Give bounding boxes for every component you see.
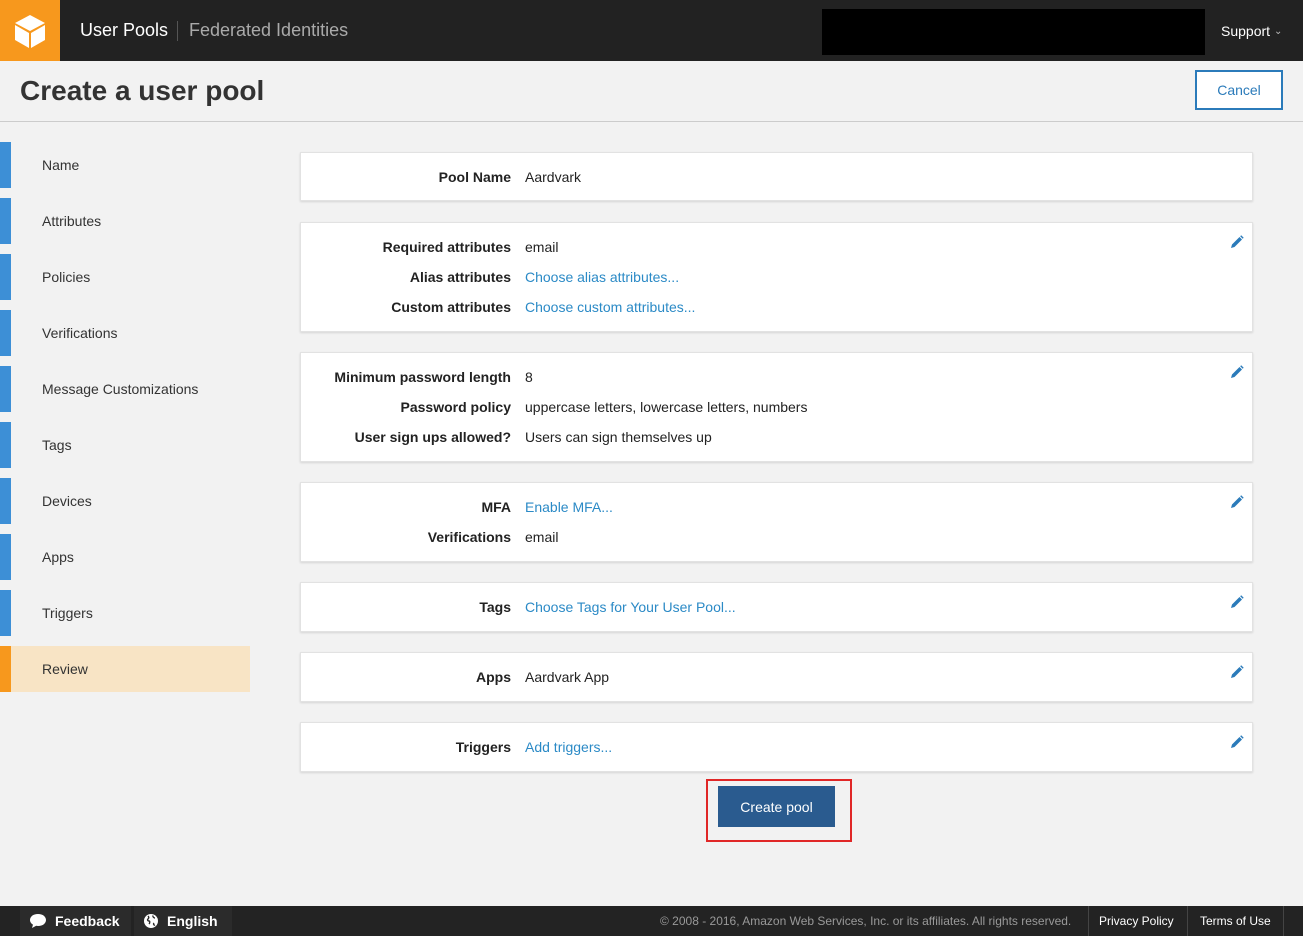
review-card-verifications: MFA Enable MFA... Verifications email [300, 482, 1253, 562]
nav-divider [177, 21, 178, 41]
verifications-label: Verifications [427, 529, 511, 545]
sidebar-item-label: Review [42, 661, 88, 677]
cancel-button[interactable]: Cancel [1195, 70, 1283, 110]
top-navigation-bar: User Pools Federated Identities Support … [0, 0, 1303, 61]
review-row-user-sign-ups: User sign ups allowed? Users can sign th… [301, 429, 1254, 449]
review-row-verifications: Verifications email [301, 529, 1254, 549]
sidebar-item-label: Name [42, 157, 80, 173]
redacted-account-area [822, 9, 1205, 55]
create-pool-button[interactable]: Create pool [718, 786, 835, 827]
choose-alias-attributes-link[interactable]: Choose alias attributes... [525, 269, 679, 285]
sidebar-item-label: Message Customizations [42, 381, 199, 397]
feedback-label: Feedback [55, 913, 120, 929]
enable-mfa-link[interactable]: Enable MFA... [525, 499, 613, 515]
verifications-value: email [525, 529, 559, 545]
sidebar-item-review[interactable]: Review [0, 646, 250, 692]
review-card-apps: Apps Aardvark App [300, 652, 1253, 702]
nav-user-pools[interactable]: User Pools [80, 20, 168, 41]
review-row-alias-attributes: Alias attributes Choose alias attributes… [301, 269, 1254, 289]
sidebar-item-label: Apps [42, 549, 74, 565]
sidebar-item-attributes[interactable]: Attributes [0, 198, 250, 244]
review-card-triggers: Triggers Add triggers... [300, 722, 1253, 772]
review-card-tags: Tags Choose Tags for Your User Pool... [300, 582, 1253, 632]
pool-name-value: Aardvark [525, 169, 582, 185]
add-triggers-link[interactable]: Add triggers... [525, 739, 612, 755]
chevron-down-icon: ⌄ [1274, 25, 1283, 37]
feedback-button[interactable]: Feedback [20, 906, 131, 936]
sidebar-item-label: Attributes [42, 213, 102, 229]
review-card-policies: Minimum password length 8 Password polic… [300, 352, 1253, 462]
copyright-text: © 2008 - 2016, Amazon Web Services, Inc.… [660, 914, 1072, 928]
sidebar-item-tags[interactable]: Tags [0, 422, 250, 468]
sidebar-item-message-customizations[interactable]: Message Customizations [0, 366, 250, 412]
review-row-required-attributes: Required attributes email [301, 239, 1254, 259]
support-menu[interactable]: Support ⌄ [1221, 23, 1282, 39]
sidebar-item-label: Triggers [42, 605, 93, 621]
custom-attributes-label: Custom attributes [391, 299, 511, 315]
sidebar-item-label: Policies [42, 269, 91, 285]
sidebar-item-name[interactable]: Name [0, 142, 250, 188]
sidebar-item-verifications[interactable]: Verifications [0, 310, 250, 356]
review-row-apps: Apps Aardvark App [301, 669, 1254, 689]
sidebar-item-devices[interactable]: Devices [0, 478, 250, 524]
password-policy-label: Password policy [400, 399, 511, 415]
review-row-min-password-length: Minimum password length 8 [301, 369, 1254, 389]
globe-icon [144, 914, 158, 928]
review-row-triggers: Triggers Add triggers... [301, 739, 1254, 759]
language-selector[interactable]: English [134, 906, 232, 936]
nav-federated-identities[interactable]: Federated Identities [189, 20, 348, 41]
tags-label: Tags [479, 599, 511, 615]
review-row-password-policy: Password policy uppercase letters, lower… [301, 399, 1254, 419]
user-sign-ups-label: User sign ups allowed? [354, 429, 511, 445]
required-attributes-label: Required attributes [382, 239, 511, 255]
page-header: Create a user pool Cancel [0, 61, 1303, 122]
review-row-pool-name: Pool Name Aardvark [301, 169, 1254, 189]
speech-bubble-icon [30, 914, 46, 928]
sidebar-item-label: Tags [42, 437, 72, 453]
review-row-custom-attributes: Custom attributes Choose custom attribut… [301, 299, 1254, 319]
wizard-steps-sidebar: Name Attributes Policies Verifications M… [0, 142, 250, 702]
pool-name-label: Pool Name [438, 169, 511, 185]
footer: Feedback English © 2008 - 2016, Amazon W… [0, 906, 1303, 936]
choose-tags-link[interactable]: Choose Tags for Your User Pool... [525, 599, 736, 615]
apps-value: Aardvark App [525, 669, 610, 685]
review-row-mfa: MFA Enable MFA... [301, 499, 1254, 519]
review-card-name: Pool Name Aardvark [300, 152, 1253, 201]
review-card-attributes: Required attributes email Alias attribut… [300, 222, 1253, 332]
review-row-tags: Tags Choose Tags for Your User Pool... [301, 599, 1254, 619]
sidebar-item-label: Verifications [42, 325, 118, 341]
language-label: English [167, 913, 218, 929]
mfa-label: MFA [481, 499, 511, 515]
required-attributes-value: email [525, 239, 559, 255]
aws-cognito-logo-icon[interactable] [0, 0, 60, 61]
sidebar-item-policies[interactable]: Policies [0, 254, 250, 300]
user-sign-ups-value: Users can sign themselves up [525, 429, 712, 445]
apps-label: Apps [476, 669, 511, 685]
min-password-length-label: Minimum password length [334, 369, 511, 385]
sidebar-item-triggers[interactable]: Triggers [0, 590, 250, 636]
sidebar-item-apps[interactable]: Apps [0, 534, 250, 580]
choose-custom-attributes-link[interactable]: Choose custom attributes... [525, 299, 695, 315]
min-password-length-value: 8 [525, 369, 533, 385]
triggers-label: Triggers [455, 739, 511, 755]
alias-attributes-label: Alias attributes [409, 269, 511, 285]
terms-of-use-link[interactable]: Terms of Use [1187, 906, 1284, 936]
privacy-policy-link[interactable]: Privacy Policy [1088, 906, 1184, 936]
sidebar-item-label: Devices [42, 493, 92, 509]
page-title: Create a user pool [20, 75, 265, 106]
support-label: Support [1221, 23, 1271, 39]
password-policy-value: uppercase letters, lowercase letters, nu… [525, 399, 808, 415]
